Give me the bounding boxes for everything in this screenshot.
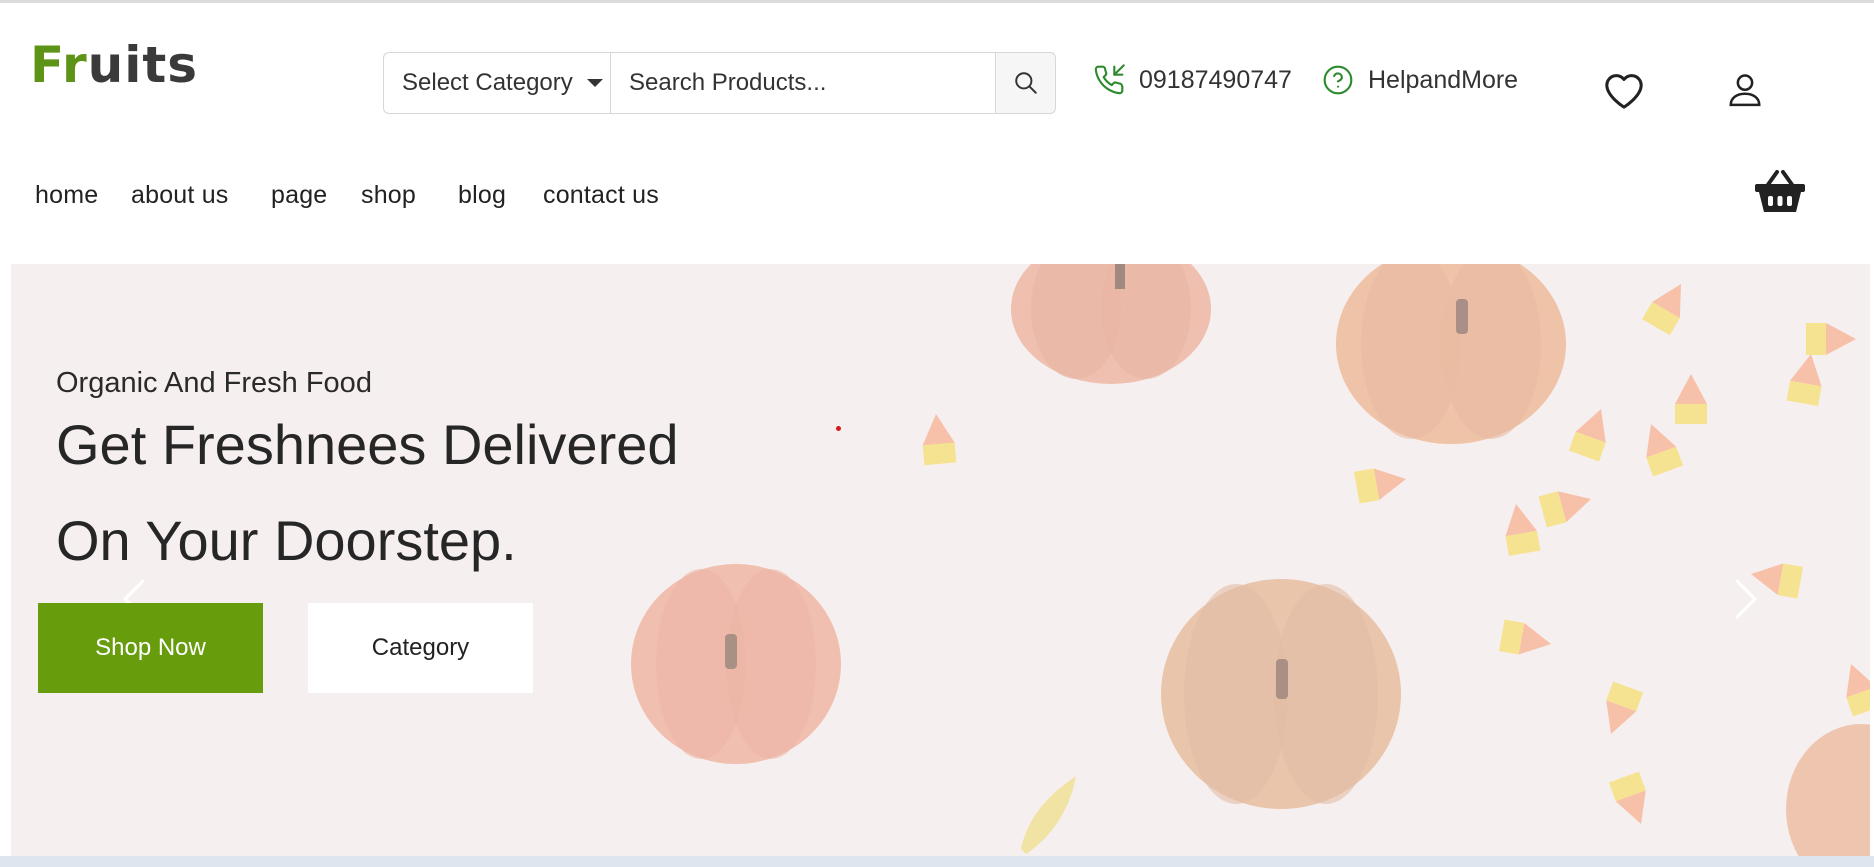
bottom-strip	[0, 856, 1874, 867]
brand-logo[interactable]: Fruits	[30, 40, 198, 90]
category-button[interactable]: Category	[308, 603, 533, 693]
shop-now-button[interactable]: Shop Now	[38, 603, 263, 693]
help-circle-icon	[1323, 65, 1353, 95]
account-button[interactable]	[1726, 70, 1764, 113]
category-select-label: Select Category	[402, 69, 573, 96]
logo-text-green: Fr	[30, 36, 88, 94]
logo-text-dark: uits	[87, 36, 199, 94]
cart-button[interactable]	[1753, 166, 1807, 219]
hero-subtitle: Organic And Fresh Food	[56, 367, 372, 399]
carousel-next-button[interactable]	[1733, 577, 1759, 626]
help-label: HelpandMore	[1368, 65, 1519, 94]
phone-incoming-icon	[1094, 64, 1125, 95]
nav-shop[interactable]: shop	[361, 181, 416, 210]
nav-contact-us[interactable]: contact us	[543, 181, 659, 210]
category-select[interactable]: Select Category	[383, 52, 610, 114]
user-icon	[1729, 74, 1761, 107]
caret-down-icon	[586, 79, 603, 87]
basket-icon	[1755, 170, 1805, 212]
search-button[interactable]	[996, 52, 1056, 114]
red-dot-marker	[836, 426, 841, 431]
nav-blog[interactable]: blog	[458, 181, 506, 210]
wishlist-button[interactable]	[1601, 68, 1647, 115]
search-input[interactable]	[610, 52, 996, 114]
nav-home[interactable]: home	[35, 181, 98, 210]
search-icon	[1014, 72, 1037, 94]
nav-page[interactable]: page	[271, 181, 327, 210]
chevron-right-icon	[1735, 579, 1757, 619]
phone-number: 09187490747	[1139, 65, 1292, 94]
hero-title-line1: Get Freshnees Delivered	[56, 413, 679, 476]
hero-title-line2: On Your Doorstep.	[56, 509, 517, 572]
help-link[interactable]: HelpandMore	[1322, 64, 1518, 96]
search-bar: Select Category	[383, 52, 1056, 116]
heart-icon	[1605, 74, 1643, 109]
phone-contact[interactable]: 09187490747	[1093, 64, 1292, 96]
hero-banner: Organic And Fresh Food Get Freshnees Del…	[11, 264, 1870, 856]
top-border	[0, 0, 1874, 3]
nav-about-us[interactable]: about us	[131, 181, 229, 210]
